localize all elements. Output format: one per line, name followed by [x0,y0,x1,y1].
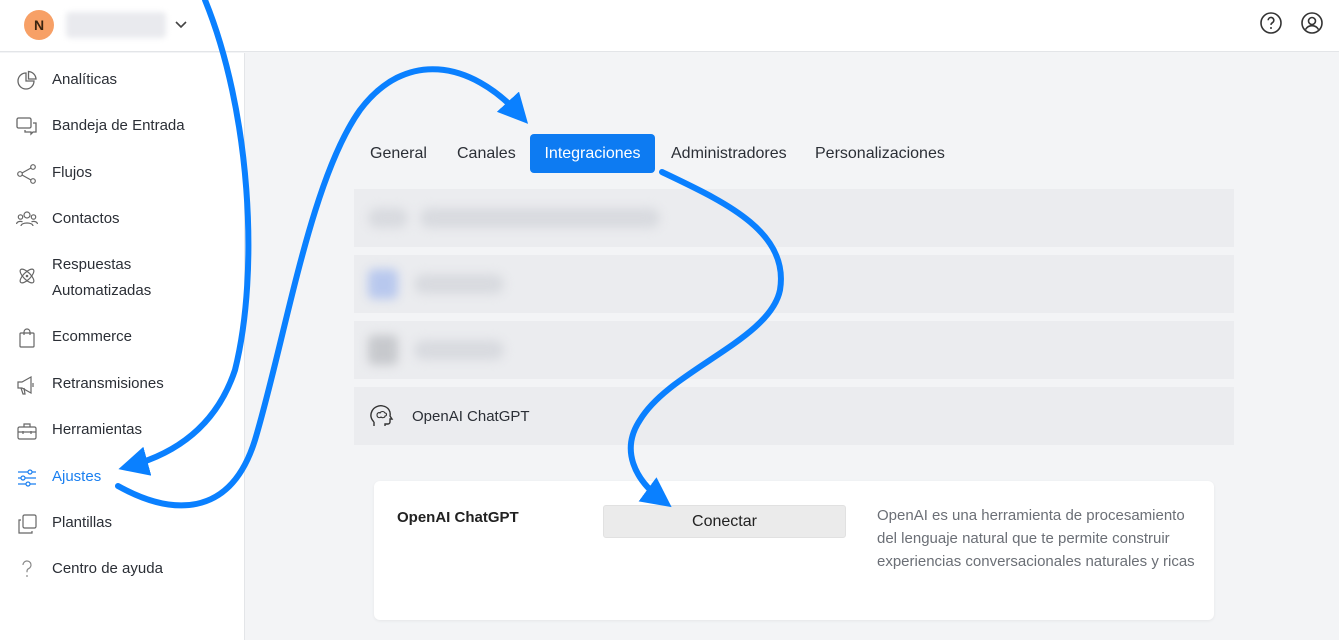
integration-title: OpenAI ChatGPT [397,509,519,526]
sidebar-item-flujos[interactable]: Flujos [0,163,244,186]
tab-integraciones[interactable]: Integraciones [530,134,655,173]
sidebar-item-ayuda[interactable]: Centro de ayuda [0,559,244,582]
copy-icon [18,514,37,534]
toolbox-icon [17,423,37,440]
sidebar: Analíticas Bandeja de Entrada Flujos Con… [0,53,245,640]
sidebar-item-label: Ecommerce [52,328,133,345]
workspace-name[interactable] [66,12,166,38]
top-bar: N [0,0,1339,52]
brain-head-icon [370,405,394,426]
tab-administradores[interactable]: Administradores [657,134,801,173]
sidebar-item-label: Centro de ayuda [52,560,163,577]
sidebar-item-respuestas[interactable]: Respuestas Automatizadas [0,255,244,304]
integration-name: OpenAI ChatGPT [412,407,530,425]
sidebar-item-plantillas[interactable]: Plantillas [0,513,244,536]
integration-row[interactable] [354,189,1234,247]
integration-row[interactable] [354,321,1234,379]
sidebar-item-label: Retransmisiones [52,375,164,392]
blurred-content [368,335,504,365]
sidebar-item-label: Respuestas Automatizadas [52,256,152,299]
flow-share-icon [17,164,36,184]
tab-canales[interactable]: Canales [443,134,530,173]
integration-description: OpenAI es una herramienta de procesamien… [877,507,1195,570]
sidebar-item-ajustes[interactable]: Ajustes [0,467,244,490]
sidebar-item-label: Contactos [52,210,120,227]
sidebar-item-analiticas[interactable]: Analíticas [0,70,244,93]
sidebar-item-herramientas[interactable]: Herramientas [0,420,244,443]
sidebar-item-contactos[interactable]: Contactos [0,209,244,232]
megaphone-icon [17,375,34,395]
blurred-content [368,208,660,228]
chevron-down-icon[interactable] [172,15,190,33]
sidebar-item-ecommerce[interactable]: Ecommerce [0,327,244,350]
blurred-content [368,269,504,299]
atom-icon [19,268,35,284]
user-circle-icon[interactable] [1300,11,1324,35]
users-icon [16,211,38,227]
integration-row[interactable] [354,255,1234,313]
sidebar-item-label: Plantillas [52,514,113,531]
sidebar-item-label: Analíticas [52,71,118,88]
connect-button[interactable]: Conectar [603,505,846,538]
workspace-avatar[interactable]: N [24,10,54,40]
sidebar-item-bandeja[interactable]: Bandeja de Entrada [0,116,244,139]
pie-chart-icon [17,70,37,90]
tab-general[interactable]: General [356,134,441,173]
sidebar-item-retransmisiones[interactable]: Retransmisiones [0,374,244,397]
question-mark-icon [22,560,32,577]
sidebar-item-label: Flujos [52,164,93,181]
tab-personalizaciones[interactable]: Personalizaciones [801,134,959,173]
sidebar-item-label: Herramientas [52,421,143,438]
sidebar-item-label: Ajustes [52,468,102,485]
integration-row-openai[interactable]: OpenAI ChatGPT [354,387,1234,445]
help-circle-icon[interactable] [1259,11,1283,35]
shopping-bag-icon [19,328,35,348]
sidebar-item-label: Bandeja de Entrada [52,117,185,134]
chat-bubbles-icon [16,117,37,136]
integration-detail-card: OpenAI ChatGPT Conectar OpenAI es una he… [374,481,1214,620]
sliders-icon [18,469,36,487]
